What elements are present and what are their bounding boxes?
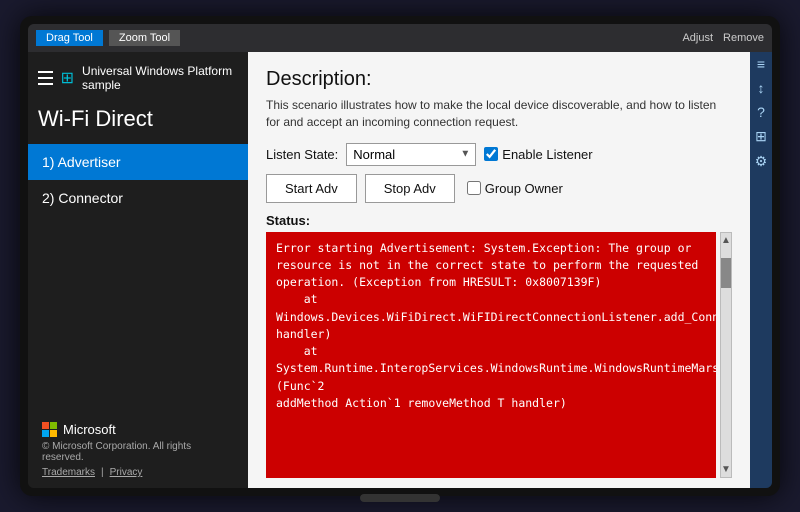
right-icon-settings[interactable]: ⚙ bbox=[755, 153, 768, 170]
bottom-notch bbox=[28, 488, 772, 508]
sidebar-app-title: Universal Windows Platform sample bbox=[82, 64, 238, 92]
status-scrollbar[interactable]: ▲ ▼ bbox=[720, 232, 732, 478]
adjust-link[interactable]: Adjust bbox=[682, 32, 713, 44]
group-owner-checkbox[interactable] bbox=[467, 181, 481, 195]
wifi-title: Wi-Fi Direct bbox=[28, 98, 248, 144]
ms-square-1 bbox=[42, 422, 49, 429]
listen-state-label: Listen State: bbox=[266, 147, 338, 162]
scroll-up-icon[interactable]: ▲ bbox=[719, 233, 732, 248]
remove-link[interactable]: Remove bbox=[723, 32, 764, 44]
footer-copyright: © Microsoft Corporation. All rights rese… bbox=[42, 441, 234, 463]
sidebar: ⊞ Universal Windows Platform sample Wi-F… bbox=[28, 52, 248, 488]
scroll-down-icon[interactable]: ▼ bbox=[719, 462, 732, 477]
enable-listener-checkbox[interactable] bbox=[484, 147, 498, 161]
stop-adv-button[interactable]: Stop Adv bbox=[365, 174, 455, 203]
main-area: ⊞ Universal Windows Platform sample Wi-F… bbox=[28, 52, 772, 488]
right-panel: ≡ ↕ ? ⊞ ⚙ bbox=[750, 52, 772, 488]
uwp-icon: ⊞ bbox=[61, 68, 74, 88]
sidebar-footer: Microsoft © Microsoft Corporation. All r… bbox=[28, 412, 248, 488]
description-title: Description: bbox=[266, 68, 732, 91]
status-label: Status: bbox=[266, 213, 732, 228]
enable-listener-label[interactable]: Enable Listener bbox=[502, 147, 592, 162]
ms-squares bbox=[42, 422, 57, 437]
right-icon-resize[interactable]: ↕ bbox=[758, 80, 765, 96]
sidebar-item-connector[interactable]: 2) Connector bbox=[28, 180, 248, 216]
top-bar: Drag Tool Zoom Tool Adjust Remove bbox=[28, 24, 772, 52]
enable-listener-group: Enable Listener bbox=[484, 147, 592, 162]
right-icon-grid[interactable]: ⊞ bbox=[755, 128, 767, 145]
zoom-tool-button[interactable]: Zoom Tool bbox=[109, 30, 180, 46]
sidebar-header: ⊞ Universal Windows Platform sample bbox=[28, 52, 248, 98]
notch bbox=[360, 494, 440, 502]
hamburger-icon[interactable] bbox=[38, 71, 53, 85]
group-owner-group: Group Owner bbox=[467, 181, 563, 196]
buttons-and-owner-row: Start Adv Stop Adv Group Owner bbox=[266, 174, 732, 203]
listen-state-select[interactable]: Normal None bbox=[346, 143, 476, 166]
privacy-link[interactable]: Privacy bbox=[110, 467, 143, 478]
drag-tool-button[interactable]: Drag Tool bbox=[36, 30, 103, 46]
ms-square-3 bbox=[42, 430, 49, 437]
status-area: Error starting Advertisement: System.Exc… bbox=[266, 232, 732, 478]
trademarks-link[interactable]: Trademarks bbox=[42, 467, 95, 478]
footer-links: Trademarks | Privacy bbox=[42, 467, 234, 478]
start-adv-button[interactable]: Start Adv bbox=[266, 174, 357, 203]
group-owner-label[interactable]: Group Owner bbox=[485, 181, 563, 196]
screen-inner: Drag Tool Zoom Tool Adjust Remove ⊞ Univ… bbox=[28, 24, 772, 488]
description-text: This scenario illustrates how to make th… bbox=[266, 97, 732, 131]
ms-square-2 bbox=[50, 422, 57, 429]
scrollbar-thumb[interactable] bbox=[721, 258, 731, 288]
screen-outer: Drag Tool Zoom Tool Adjust Remove ⊞ Univ… bbox=[20, 16, 780, 496]
right-icon-menu[interactable]: ≡ bbox=[757, 56, 765, 72]
right-icon-help[interactable]: ? bbox=[757, 104, 765, 120]
content-panel: Description: This scenario illustrates h… bbox=[248, 52, 750, 488]
ms-logo: Microsoft bbox=[42, 422, 234, 437]
content-inner: Description: This scenario illustrates h… bbox=[248, 52, 750, 488]
error-status-box: Error starting Advertisement: System.Exc… bbox=[266, 232, 716, 478]
listen-state-select-wrapper: Normal None ▼ bbox=[346, 143, 476, 166]
controls-row: Listen State: Normal None ▼ Enable Liste… bbox=[266, 143, 732, 166]
sidebar-item-advertiser[interactable]: 1) Advertiser bbox=[28, 144, 248, 180]
ms-square-4 bbox=[50, 430, 57, 437]
ms-logo-text: Microsoft bbox=[63, 422, 116, 437]
